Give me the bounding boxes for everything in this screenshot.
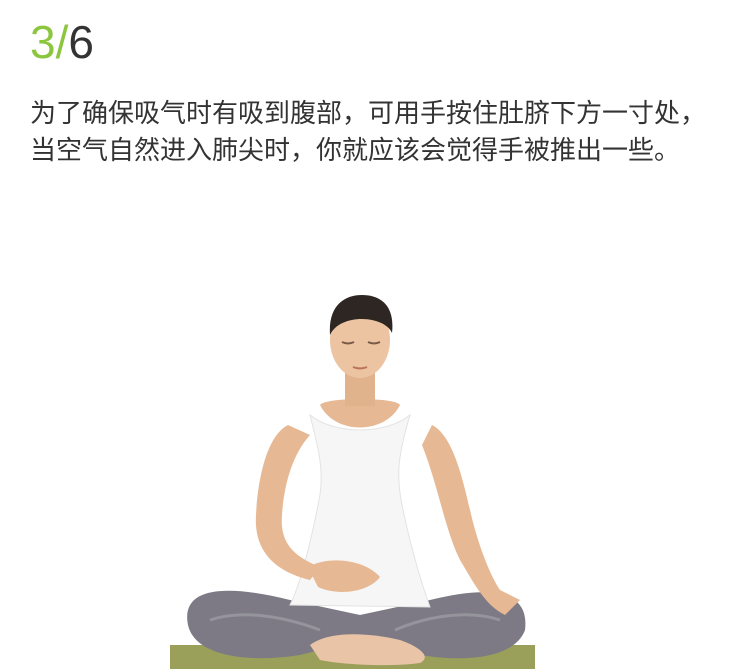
right-arm xyxy=(422,425,520,615)
step-current: 3 xyxy=(30,16,56,68)
yoga-pose-illustration xyxy=(170,295,535,669)
instruction-text: 为了确保吸气时有吸到腹部，可用手按住肚脐下方一寸处，当空气自然进入肺尖时，你就应… xyxy=(30,99,707,166)
step-total: 6 xyxy=(68,16,94,68)
step-separator: / xyxy=(55,16,69,68)
step-indicator: 3/6 xyxy=(30,14,94,70)
